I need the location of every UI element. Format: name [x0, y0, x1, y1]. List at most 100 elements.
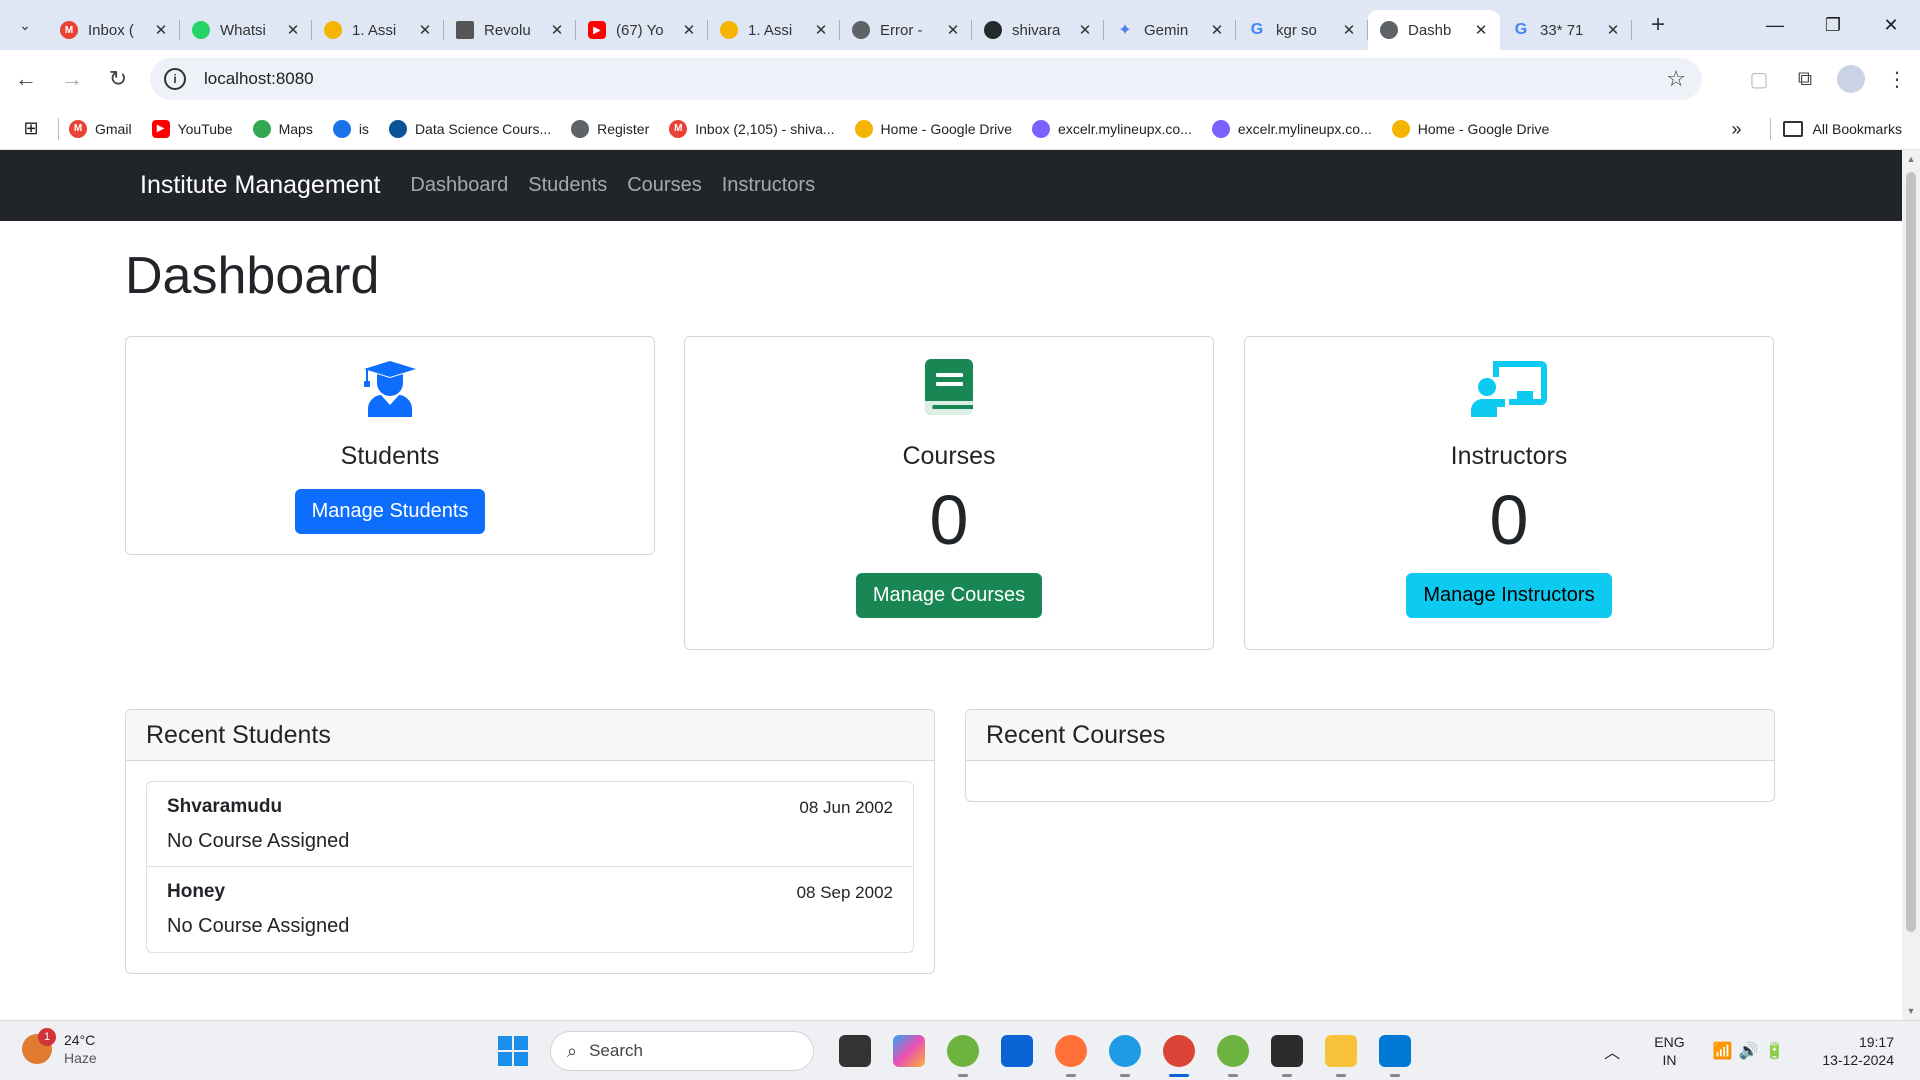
extension-icon[interactable]: ▢	[1736, 67, 1782, 92]
apps-grid-icon[interactable]: ⊞	[12, 118, 50, 139]
globe-icon	[852, 21, 870, 39]
address-bar[interactable]: i localhost:8080 ☆	[150, 58, 1702, 100]
file-explorer-icon[interactable]	[1325, 1035, 1357, 1077]
browser-tab[interactable]: 1. Assi ✕	[708, 10, 840, 50]
manage-students-button[interactable]: Manage Students	[294, 489, 486, 534]
browser-tab[interactable]: ▶ (67) Yo ✕	[576, 10, 708, 50]
language-indicator[interactable]: ENG IN	[1654, 1033, 1684, 1069]
spring-boot-icon[interactable]	[1217, 1035, 1249, 1077]
close-icon[interactable]: ✕	[680, 21, 698, 39]
reload-icon: ↻	[108, 66, 128, 91]
clock[interactable]: 19:17 13-12-2024	[1822, 1033, 1894, 1069]
page-scrollbar[interactable]: ▲ ▼	[1902, 150, 1920, 1020]
browser-tab[interactable]: M Inbox (✕	[48, 10, 180, 50]
nav-link-courses[interactable]: Courses	[627, 174, 701, 197]
network-volume-battery-icons[interactable]: 📶🔊🔋	[1713, 1041, 1791, 1061]
close-icon[interactable]: ✕	[284, 21, 302, 39]
close-icon[interactable]: ✕	[1076, 21, 1094, 39]
chevron-up-icon[interactable]: ︿	[1604, 1039, 1620, 1063]
scroll-up-icon[interactable]: ▲	[1906, 154, 1916, 164]
gemini-icon: ✦	[1118, 22, 1132, 39]
close-icon[interactable]: ✕	[152, 21, 170, 39]
close-icon[interactable]: ✕	[548, 21, 566, 39]
scroll-down-icon[interactable]: ▼	[1906, 1006, 1916, 1016]
list-item[interactable]: Honey 08 Sep 2002 No Course Assigned	[147, 867, 913, 952]
new-tab-button[interactable]: +	[1642, 9, 1674, 41]
browser-tab[interactable]: shivara ✕	[972, 10, 1104, 50]
bookmark-item[interactable]: M Inbox (2,105) - shiva...	[669, 119, 835, 138]
bookmark-star-icon[interactable]: ☆	[1666, 66, 1686, 92]
windows-start-icon[interactable]	[498, 1036, 528, 1066]
weather-text: 24°C Haze	[64, 1031, 97, 1067]
scrollbar-thumb[interactable]	[1906, 172, 1916, 932]
browser-tab[interactable]: Whatsi ✕	[180, 10, 312, 50]
url-text[interactable]: localhost:8080	[204, 69, 314, 89]
kebab-menu-icon[interactable]: ⋮	[1874, 67, 1920, 92]
browser-tab[interactable]: Error - ✕	[840, 10, 972, 50]
recent-students-header: Recent Students	[126, 710, 934, 761]
profile-avatar[interactable]	[1837, 65, 1865, 93]
browser-tab[interactable]: 1. Assi ✕	[312, 10, 444, 50]
graduate-icon	[364, 361, 416, 417]
reload-button[interactable]: ↻	[98, 59, 138, 99]
book-icon	[925, 359, 973, 415]
bookmark-item[interactable]: Data Science Cours...	[388, 119, 551, 138]
site-info-icon[interactable]: i	[164, 68, 186, 90]
manage-instructors-button[interactable]: Manage Instructors	[1406, 573, 1612, 618]
navbar-brand[interactable]: Institute Management	[140, 171, 380, 200]
site-icon	[456, 21, 474, 39]
close-icon[interactable]: ✕	[416, 21, 434, 39]
close-icon[interactable]: ✕	[1604, 21, 1622, 39]
bookmark-item[interactable]: is	[332, 119, 369, 138]
edge-icon[interactable]	[1109, 1035, 1141, 1077]
all-bookmarks-button[interactable]: All Bookmarks	[1813, 121, 1902, 137]
close-icon[interactable]: ✕	[944, 21, 962, 39]
tab-search-button[interactable]: ⌄	[10, 10, 40, 40]
puzzle-icon[interactable]: ⧉	[1782, 68, 1828, 91]
bookmark-item[interactable]: Home - Google Drive	[1391, 119, 1549, 138]
browser-tab-active[interactable]: Dashb ✕	[1368, 10, 1500, 50]
bookmark-item[interactable]: M Gmail	[69, 119, 132, 138]
bookmark-item[interactable]: Register	[571, 119, 649, 138]
manage-courses-button[interactable]: Manage Courses	[855, 573, 1043, 618]
chrome-icon[interactable]	[1163, 1035, 1195, 1077]
vscode-icon[interactable]	[1379, 1035, 1411, 1077]
close-icon[interactable]: ✕	[1208, 21, 1226, 39]
spring-tool-icon[interactable]	[947, 1035, 979, 1077]
close-icon[interactable]: ✕	[1340, 21, 1358, 39]
firefox-icon[interactable]	[1055, 1035, 1087, 1077]
taskbar-search[interactable]: ⌕ Search	[550, 1031, 814, 1071]
nav-link-students[interactable]: Students	[528, 174, 607, 197]
tab-title: 33* 71	[1540, 21, 1584, 39]
page-title: Dashboard	[125, 247, 380, 305]
bookmark-item[interactable]: excelr.mylineupx.co...	[1211, 119, 1372, 138]
task-view-icon[interactable]	[839, 1035, 871, 1067]
store-icon[interactable]	[1001, 1035, 1033, 1067]
nav-link-instructors[interactable]: Instructors	[722, 174, 815, 197]
double-chevron-right-icon[interactable]: »	[1732, 119, 1742, 140]
nav-link-dashboard[interactable]: Dashboard	[410, 174, 508, 197]
browser-toolbar: ← → ↻ i localhost:8080 ☆ ▢ ⧉ ⋮	[0, 50, 1920, 108]
bookmark-item[interactable]: Maps	[252, 119, 313, 138]
browser-tab[interactable]: G 33* 71 ✕	[1500, 10, 1632, 50]
browser-tab[interactable]: Gkgr so ✕	[1236, 10, 1368, 50]
browser-tab[interactable]: Revolu ✕	[444, 10, 576, 50]
browser-tab[interactable]: ✦ Gemin ✕	[1104, 10, 1236, 50]
page-viewport: Institute Management Dashboard Students …	[0, 150, 1902, 1020]
close-icon[interactable]: ✕	[812, 21, 830, 39]
bookmark-item[interactable]: ▶ YouTube	[151, 119, 233, 138]
list-item[interactable]: Shvaramudu 08 Jun 2002 No Course Assigne…	[147, 782, 913, 867]
terminal-icon[interactable]	[1271, 1035, 1303, 1077]
close-icon[interactable]: ✕	[1472, 21, 1490, 39]
github-icon	[984, 21, 1002, 39]
restore-icon[interactable]: ❐	[1804, 0, 1862, 50]
bookmark-label: excelr.mylineupx.co...	[1237, 120, 1372, 137]
bookmark-item[interactable]: excelr.mylineupx.co...	[1032, 119, 1192, 138]
back-button[interactable]: ←	[6, 59, 46, 99]
copilot-icon[interactable]	[893, 1035, 925, 1067]
forward-button[interactable]: →	[52, 59, 92, 99]
weather-widget[interactable]: 1 24°C Haze	[22, 1028, 97, 1067]
bookmark-item[interactable]: Home - Google Drive	[854, 119, 1012, 138]
minimize-icon[interactable]: —	[1746, 0, 1804, 50]
close-window-icon[interactable]: ✕	[1862, 0, 1920, 50]
